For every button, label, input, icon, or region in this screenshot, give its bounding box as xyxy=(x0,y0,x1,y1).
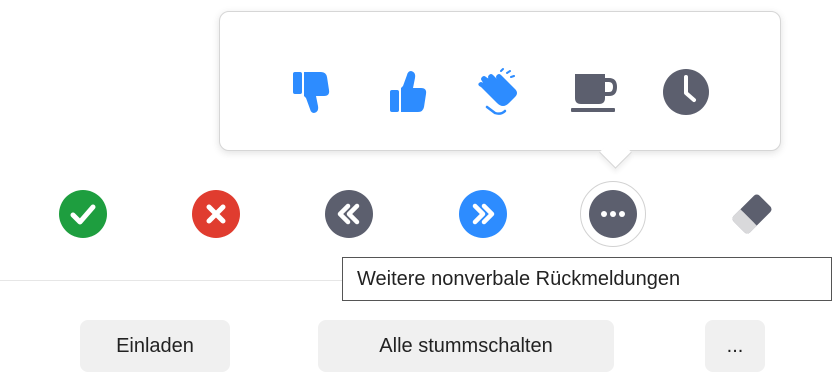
eraser-icon xyxy=(732,194,772,234)
x-circle-icon xyxy=(192,190,240,238)
faster-icon xyxy=(459,190,507,238)
tooltip: Weitere nonverbale Rückmeldungen xyxy=(342,257,832,301)
invite-button-label: Einladen xyxy=(116,334,194,357)
thumbs-up-icon[interactable] xyxy=(380,64,436,120)
no-button[interactable] xyxy=(190,188,242,240)
clock-icon[interactable] xyxy=(658,64,714,120)
invite-button[interactable]: Einladen xyxy=(80,320,230,372)
more-feedback-button[interactable] xyxy=(587,188,639,240)
more-options-button[interactable]: ... xyxy=(705,320,765,372)
coffee-cup-icon[interactable] xyxy=(566,64,622,120)
mute-all-button-label: Alle stummschalten xyxy=(379,334,553,357)
mute-all-button[interactable]: Alle stummschalten xyxy=(318,320,614,372)
slower-button[interactable] xyxy=(323,188,375,240)
check-circle-icon xyxy=(59,190,107,238)
more-dots-icon xyxy=(589,190,637,238)
faster-button[interactable] xyxy=(457,188,509,240)
divider xyxy=(0,280,342,281)
tooltip-text: Weitere nonverbale Rückmeldungen xyxy=(357,267,681,290)
yes-button[interactable] xyxy=(57,188,109,240)
clapping-hands-icon[interactable] xyxy=(470,64,526,120)
thumbs-down-icon[interactable] xyxy=(283,64,339,120)
clear-all-button[interactable] xyxy=(726,188,778,240)
slower-icon xyxy=(325,190,373,238)
nonverbal-feedback-panel: Weitere nonverbale Rückmeldungen Einlade… xyxy=(0,0,832,372)
more-options-button-label: ... xyxy=(726,334,744,357)
